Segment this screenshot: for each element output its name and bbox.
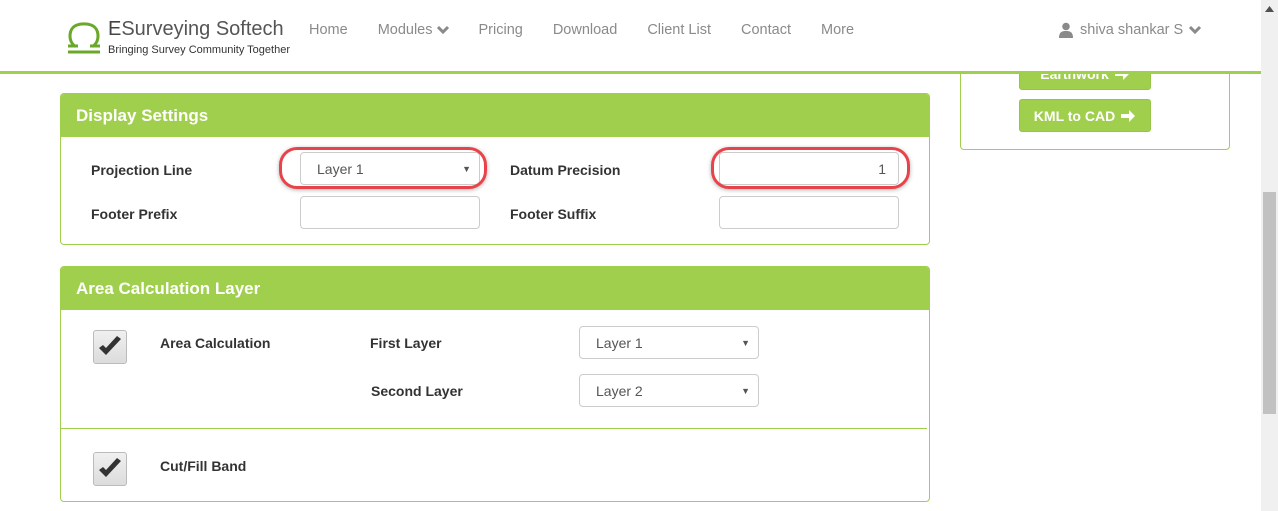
dropdown-caret-icon: ▼ (741, 337, 750, 348)
datum-precision-value: 1 (878, 160, 886, 177)
user-icon (1059, 22, 1073, 38)
brand-logo[interactable]: ESurveying Softech Bringing Survey Commu… (66, 18, 290, 58)
footer-prefix-input[interactable] (300, 196, 480, 229)
nav-download[interactable]: Download (538, 22, 633, 38)
brand-title-prefix: E (108, 18, 122, 40)
nav-more-label: More (820, 22, 855, 38)
nav-modules-label: Modules (377, 22, 433, 38)
projection-line-select[interactable]: Layer 1 ▼ (300, 152, 480, 185)
checkmark-icon (99, 336, 121, 355)
top-navbar: ESurveying Softech Bringing Survey Commu… (0, 0, 1261, 74)
footer-suffix-label: Footer Suffix (510, 206, 597, 222)
footer-suffix-input[interactable] (719, 196, 899, 229)
nav-contact[interactable]: Contact (726, 22, 806, 38)
first-layer-select[interactable]: Layer 1 ▼ (579, 326, 759, 359)
nav-pricing-label: Pricing (478, 22, 523, 38)
arrow-right-icon (1121, 109, 1136, 122)
datum-precision-label: Datum Precision (510, 162, 621, 178)
user-menu[interactable]: shiva shankar S (1058, 22, 1202, 38)
second-layer-select[interactable]: Layer 2 ▼ (579, 374, 759, 407)
nav-download-label: Download (552, 22, 618, 38)
nav-client-list-label: Client List (647, 22, 711, 38)
dropdown-caret-icon: ▼ (462, 163, 471, 174)
omega-logo-icon (68, 22, 100, 54)
cut-fill-band-checkbox[interactable] (93, 452, 127, 486)
projection-line-label: Projection Line (91, 162, 193, 178)
first-layer-label: First Layer (370, 335, 442, 351)
section-divider (61, 428, 927, 429)
dropdown-caret-icon: ▼ (741, 385, 750, 396)
datum-precision-input[interactable]: 1 (719, 152, 899, 185)
user-name: shiva shankar S (1080, 22, 1184, 38)
area-calculation-panel: Area Calculation Layer Area Calculation … (60, 266, 930, 502)
first-layer-value: Layer 1 (596, 334, 643, 351)
page-scrollbar[interactable] (1261, 0, 1278, 511)
kml-to-cad-button-label: KML to CAD (1033, 107, 1116, 124)
scrollbar-thumb[interactable] (1263, 192, 1276, 414)
checkmark-icon (99, 458, 121, 477)
nav-contact-label: Contact (741, 22, 791, 38)
nav-modules[interactable]: Modules (363, 22, 464, 38)
nav-home[interactable]: Home (294, 22, 363, 38)
main-nav: Home Modules Pricing Download Client Lis… (294, 22, 869, 38)
brand-title: ESurveying Softech (108, 18, 284, 41)
brand-title-rest: Surveying Softech (121, 18, 284, 40)
brand-tagline: Bringing Survey Community Together (108, 44, 290, 56)
display-settings-title: Display Settings (61, 94, 929, 137)
kml-to-cad-button[interactable]: KML to CAD (1019, 99, 1151, 132)
scroll-up-arrow-icon[interactable] (1261, 0, 1278, 17)
nav-pricing[interactable]: Pricing (464, 22, 538, 38)
display-settings-panel: Display Settings Projection Line Layer 1… (60, 93, 930, 245)
area-calculation-checkbox[interactable] (93, 330, 127, 364)
chevron-down-icon (436, 25, 449, 35)
projection-line-value: Layer 1 (317, 160, 364, 177)
nav-home-label: Home (309, 22, 348, 38)
second-layer-value: Layer 2 (596, 382, 643, 399)
footer-prefix-label: Footer Prefix (91, 206, 178, 222)
area-calculation-label: Area Calculation (160, 335, 271, 351)
nav-more[interactable]: More (806, 22, 869, 38)
second-layer-label: Second Layer (371, 383, 463, 399)
cut-fill-band-label: Cut/Fill Band (160, 458, 247, 474)
area-calculation-title: Area Calculation Layer (61, 267, 929, 310)
nav-client-list[interactable]: Client List (632, 22, 726, 38)
chevron-down-icon (1189, 25, 1202, 35)
